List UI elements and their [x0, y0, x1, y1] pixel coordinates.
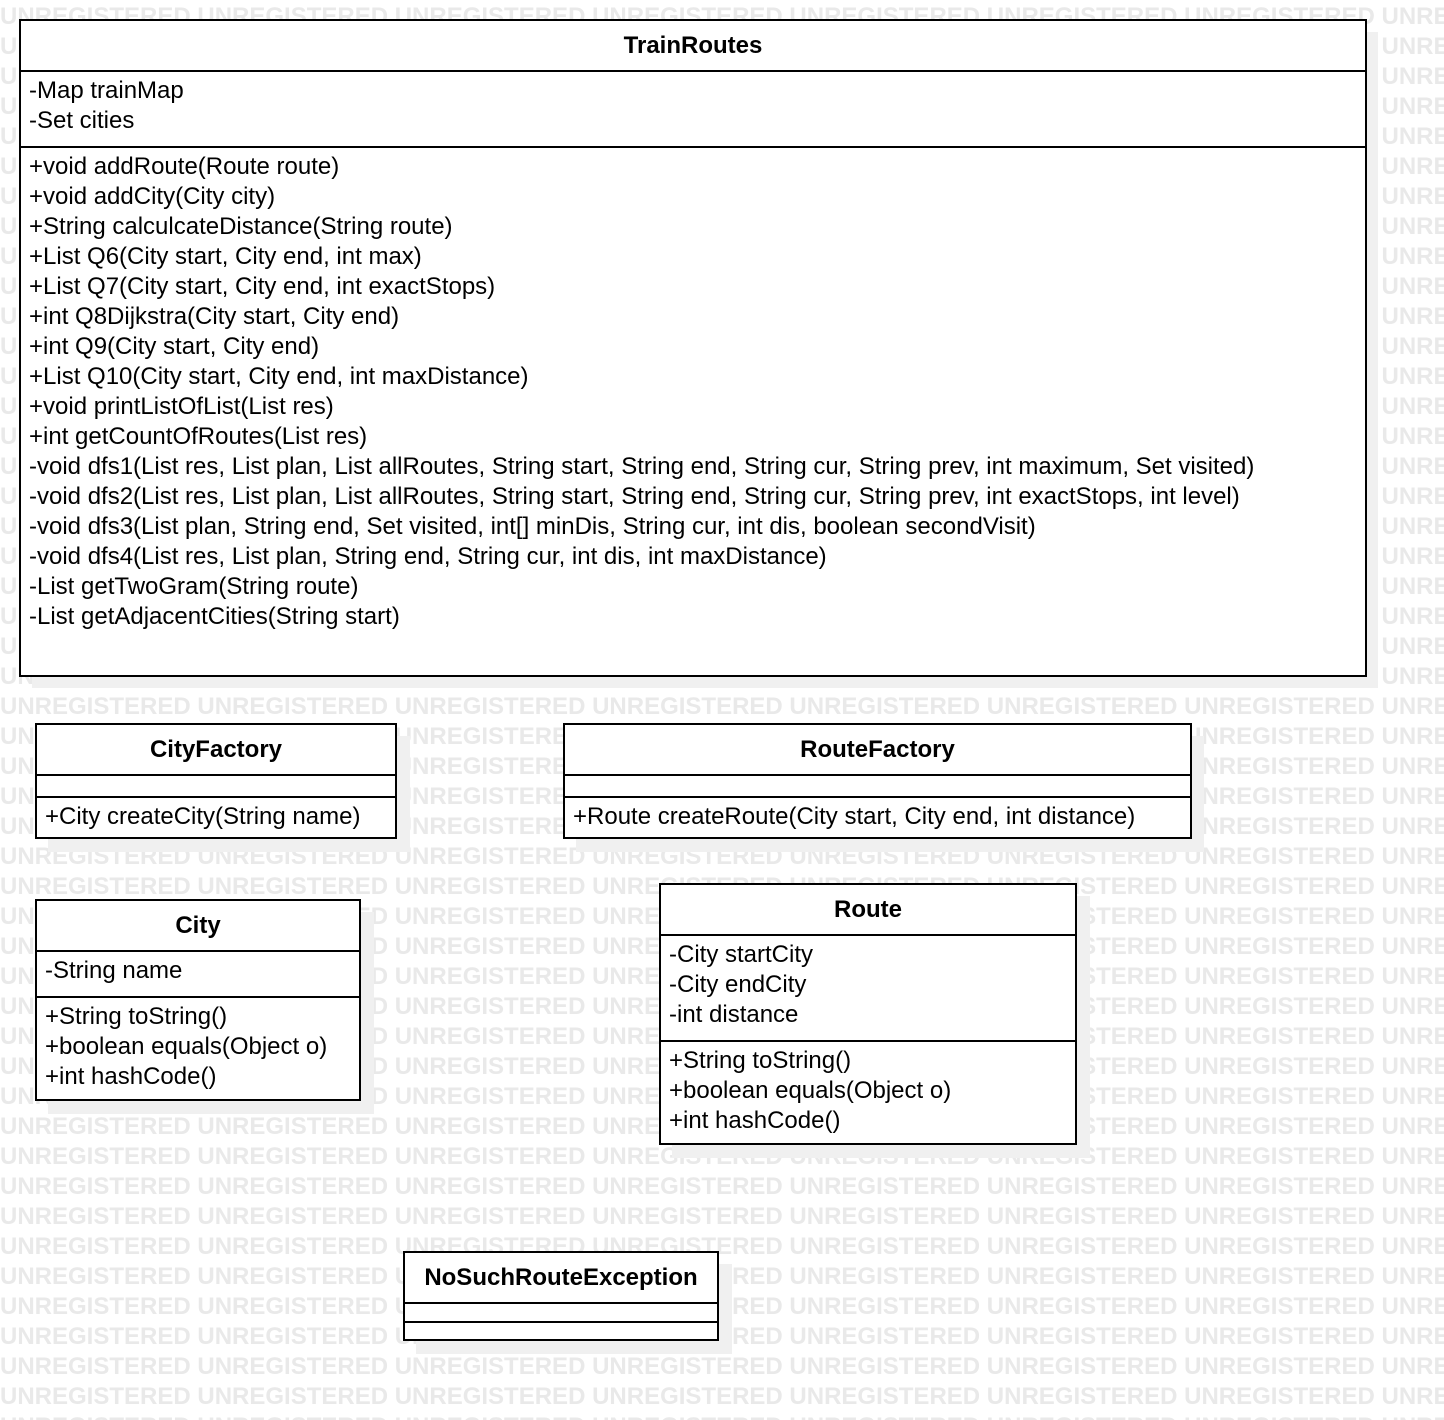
- operations-compartment: +String toString() +boolean equals(Objec…: [661, 1042, 1075, 1136]
- class-name-route-factory: RouteFactory: [565, 725, 1190, 776]
- operation: +City createCity(String name): [45, 803, 361, 830]
- watermark-row: UNREGISTERED UNREGISTERED UNREGISTERED U…: [0, 1173, 1444, 1200]
- watermark-row: UNREGISTERED UNREGISTERED UNREGISTERED U…: [0, 1353, 1444, 1380]
- operation: -void dfs1(List res, List plan, List all…: [29, 453, 1255, 480]
- operation: +boolean equals(Object o): [669, 1077, 952, 1104]
- operation: +void printListOfList(List res): [29, 393, 334, 420]
- class-route-factory[interactable]: RouteFactory +Route createRoute(City sta…: [563, 723, 1192, 839]
- class-city-factory[interactable]: CityFactory +City createCity(String name…: [35, 723, 397, 839]
- watermark-row: UNREGISTERED UNREGISTERED UNREGISTERED U…: [0, 1383, 1444, 1410]
- operation: +int hashCode(): [45, 1063, 217, 1090]
- class-name-city-factory: CityFactory: [37, 725, 395, 776]
- operation: +int Q8Dijkstra(City start, City end): [29, 303, 400, 330]
- class-no-such-route-exception[interactable]: NoSuchRouteException: [403, 1251, 719, 1341]
- operation: -List getTwoGram(String route): [29, 573, 359, 600]
- attributes-compartment: -City startCity -City endCity -int dista…: [661, 936, 1075, 1042]
- class-name-no-such-route-exception: NoSuchRouteException: [405, 1253, 717, 1304]
- operations-compartment: +Route createRoute(City start, City end,…: [565, 798, 1190, 832]
- attribute: -String name: [45, 957, 183, 984]
- class-name-city: City: [37, 901, 359, 952]
- attributes-compartment: [37, 776, 395, 798]
- operation: +String calculcateDistance(String route): [29, 213, 453, 240]
- attribute: -City endCity: [669, 971, 807, 998]
- operation: +boolean equals(Object o): [45, 1033, 328, 1060]
- class-city[interactable]: City -String name +String toString() +bo…: [35, 899, 361, 1101]
- operations-compartment: +void addRoute(Route route) +void addCit…: [21, 148, 1365, 632]
- operation: +int hashCode(): [669, 1107, 841, 1134]
- attribute: -int distance: [669, 1001, 799, 1028]
- attributes-compartment: [405, 1304, 717, 1323]
- attribute: -Map trainMap: [29, 77, 184, 104]
- operations-compartment: +String toString() +boolean equals(Objec…: [37, 998, 359, 1092]
- attributes-compartment: [565, 776, 1190, 798]
- operation: -List getAdjacentCities(String start): [29, 603, 400, 630]
- class-name-route: Route: [661, 885, 1075, 936]
- operation: -void dfs2(List res, List plan, List all…: [29, 483, 1240, 510]
- watermark-row: UNREGISTERED UNREGISTERED UNREGISTERED U…: [0, 1412, 1444, 1420]
- class-route[interactable]: Route -City startCity -City endCity -int…: [659, 883, 1077, 1145]
- attribute: -Set cities: [29, 107, 135, 134]
- operation: +List Q7(City start, City end, int exact…: [29, 273, 496, 300]
- operation: -void dfs3(List plan, String end, Set vi…: [29, 513, 1036, 540]
- attributes-compartment: -String name: [37, 952, 359, 998]
- watermark-row: UNREGISTERED UNREGISTERED UNREGISTERED U…: [0, 693, 1444, 720]
- operation: +void addRoute(Route route): [29, 153, 340, 180]
- operation: +String toString(): [669, 1047, 852, 1074]
- operation: +int getCountOfRoutes(List res): [29, 423, 368, 450]
- class-train-routes[interactable]: TrainRoutes -Map trainMap -Set cities +v…: [19, 19, 1367, 677]
- operations-compartment: +City createCity(String name): [37, 798, 395, 832]
- operation: +int Q9(City start, City end): [29, 333, 320, 360]
- attributes-compartment: -Map trainMap -Set cities: [21, 72, 1365, 148]
- operation: -void dfs4(List res, List plan, String e…: [29, 543, 827, 570]
- operation: +void addCity(City city): [29, 183, 276, 210]
- watermark-row: UNREGISTERED UNREGISTERED UNREGISTERED U…: [0, 1203, 1444, 1230]
- attribute: -City startCity: [669, 941, 813, 968]
- class-name-train-routes: TrainRoutes: [21, 21, 1365, 72]
- operation: +String toString(): [45, 1003, 228, 1030]
- operation: +Route createRoute(City start, City end,…: [573, 803, 1136, 830]
- operation: +List Q10(City start, City end, int maxD…: [29, 363, 529, 390]
- operation: +List Q6(City start, City end, int max): [29, 243, 422, 270]
- watermark-row: UNREGISTERED UNREGISTERED UNREGISTERED U…: [0, 1233, 1444, 1260]
